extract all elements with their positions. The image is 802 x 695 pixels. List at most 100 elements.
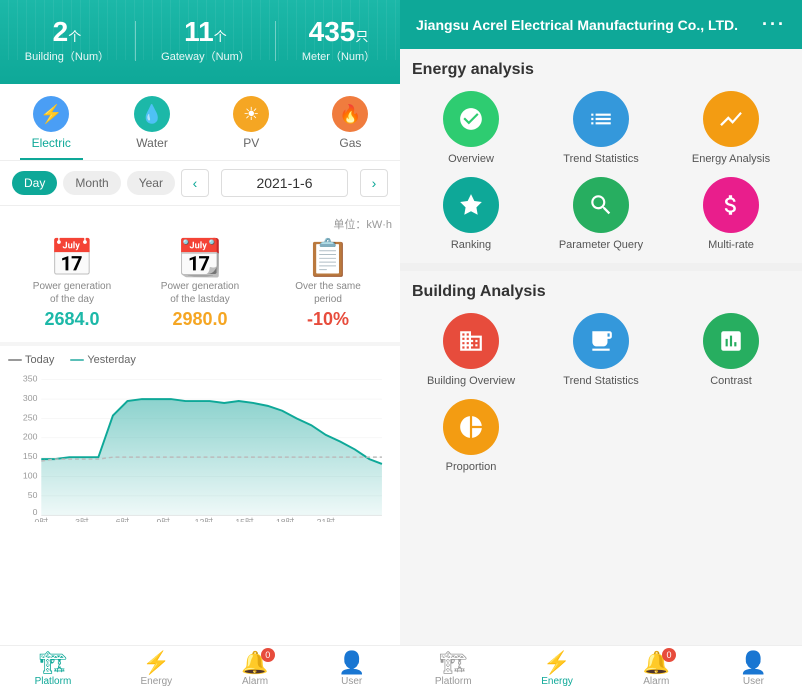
right-energy-label: Energy [541, 676, 573, 687]
proportion-icon [443, 399, 499, 455]
overview-icon [443, 91, 499, 147]
right-nav-energy[interactable]: ⚡ Energy [541, 652, 573, 687]
trend-stats-icon-1 [573, 91, 629, 147]
unit-label: 单位：kW·h [8, 216, 392, 232]
day-button[interactable]: Day [12, 171, 57, 195]
power-card-lastday: 📆 Power generationof the lastday 2980.0 [136, 236, 264, 334]
gas-icon: 🔥 [332, 96, 368, 132]
chart-container: 350 300 250 200 150 100 50 0 [8, 372, 392, 522]
right-nav-alarm[interactable]: 🔔 0 Alarm [643, 652, 670, 687]
alarm-badge-left: 0 [261, 648, 275, 662]
lastday-label: Power generationof the lastday [140, 280, 260, 306]
trend-stats-item-2[interactable]: Trend Statistics [542, 313, 660, 387]
next-date-arrow[interactable]: › [360, 169, 388, 197]
building-num: 2个 [25, 18, 109, 46]
trend-stats-item-1[interactable]: Trend Statistics [542, 91, 660, 165]
energy-analysis-label: Energy Analysis [692, 153, 770, 165]
period-value: -10% [268, 309, 388, 330]
alarm-label: Alarm [242, 676, 268, 687]
ranking-item[interactable]: Ranking [412, 177, 530, 251]
meter-num: 435只 [302, 18, 375, 46]
tab-gas[interactable]: 🔥 Gas [320, 92, 380, 160]
ranking-label: Ranking [451, 239, 491, 251]
svg-text:15时: 15时 [235, 516, 254, 522]
calendar-today-icon: 📅 [12, 240, 132, 276]
right-panel: Jiangsu Acrel Electrical Manufacturing C… [400, 0, 802, 695]
month-button[interactable]: Month [63, 171, 120, 195]
company-title: Jiangsu Acrel Electrical Manufacturing C… [416, 17, 738, 33]
prev-date-arrow[interactable]: ‹ [181, 169, 209, 197]
energy-label: Energy [140, 676, 172, 687]
calendar-lastday-icon: 📆 [140, 240, 260, 276]
platform-icon: 🏗 [39, 652, 67, 674]
power-stats: 单位：kW·h 📅 Power generationof the day 268… [0, 206, 400, 342]
left-bottom-nav: 🏗 Platlorm ⚡ Energy 🔔 0 Alarm 👤 User [0, 645, 400, 695]
right-user-icon: 👤 [740, 652, 767, 674]
header-dots[interactable]: ··· [762, 14, 786, 35]
parameter-query-item[interactable]: Parameter Query [542, 177, 660, 251]
trend-stats-label-1: Trend Statistics [563, 153, 638, 165]
building-analysis-grid: Building Overview Trend Statistics Contr… [412, 313, 790, 473]
proportion-item[interactable]: Proportion [412, 399, 530, 473]
left-nav-platform[interactable]: 🏗 Platlorm [35, 652, 72, 687]
building-stat: 2个 Building（Num） [25, 18, 109, 64]
contrast-icon [703, 313, 759, 369]
period-icon: 📋 [268, 240, 388, 276]
right-bottom-nav: 🏗 Platlorm ⚡ Energy 🔔 0 Alarm 👤 User [400, 645, 802, 695]
right-nav-user[interactable]: 👤 User [740, 652, 767, 687]
energy-icon: ⚡ [143, 652, 170, 674]
stat-divider-1 [135, 21, 136, 61]
svg-text:0时: 0时 [35, 516, 49, 522]
contrast-item[interactable]: Contrast [672, 313, 790, 387]
stat-divider-2 [275, 21, 276, 61]
tab-pv[interactable]: ☀ PV [221, 92, 281, 160]
gateway-stat: 11个 Gateway（Num） [161, 18, 250, 64]
water-label: Water [136, 136, 168, 150]
svg-text:200: 200 [23, 432, 38, 442]
svg-text:12时: 12时 [195, 516, 214, 522]
legend-yesterday: Yesterday [70, 354, 136, 366]
left-nav-energy[interactable]: ⚡ Energy [140, 652, 172, 687]
multirate-item[interactable]: Multi-rate [672, 177, 790, 251]
date-nav: Day Month Year ‹ 2021-1-6 › [0, 161, 400, 206]
svg-text:3时: 3时 [75, 516, 89, 522]
tab-electric[interactable]: ⚡ Electric [20, 92, 83, 160]
building-analysis-title: Building Analysis [412, 283, 790, 301]
building-overview-item[interactable]: Building Overview [412, 313, 530, 387]
building-label: Building（Num） [25, 48, 109, 64]
legend-today: Today [8, 354, 54, 366]
power-card-today: 📅 Power generationof the day 2684.0 [8, 236, 136, 334]
pv-label: PV [243, 136, 259, 150]
left-nav-user[interactable]: 👤 User [338, 652, 365, 687]
pv-icon: ☀ [233, 96, 269, 132]
ranking-icon [443, 177, 499, 233]
svg-text:50: 50 [28, 490, 38, 500]
svg-text:21时: 21时 [317, 516, 336, 522]
energy-analysis-icon [703, 91, 759, 147]
overview-label: Overview [448, 153, 494, 165]
chart-area: Today Yesterday 350 300 250 200 150 100 … [0, 346, 400, 645]
today-value: 2684.0 [12, 309, 132, 330]
proportion-label: Proportion [446, 461, 497, 473]
chart-legend: Today Yesterday [8, 354, 392, 366]
right-platform-icon: 🏗 [439, 652, 467, 674]
tab-water[interactable]: 💧 Water [122, 92, 182, 160]
gateway-num: 11个 [161, 18, 250, 46]
right-nav-platform[interactable]: 🏗 Platlorm [435, 652, 472, 687]
right-content: Energy analysis Overview Trend Statistic… [400, 49, 802, 645]
year-button[interactable]: Year [127, 171, 175, 195]
svg-text:6时: 6时 [116, 516, 130, 522]
svg-text:0: 0 [33, 507, 38, 517]
period-label: Over the sameperiod [268, 280, 388, 306]
left-nav-alarm[interactable]: 🔔 0 Alarm [241, 652, 268, 687]
chart-svg: 350 300 250 200 150 100 50 0 [8, 372, 392, 522]
energy-analysis-item[interactable]: Energy Analysis [672, 91, 790, 165]
overview-item[interactable]: Overview [412, 91, 530, 165]
right-header: Jiangsu Acrel Electrical Manufacturing C… [400, 0, 802, 49]
energy-analysis-title: Energy analysis [412, 61, 790, 79]
energy-tabs: ⚡ Electric 💧 Water ☀ PV 🔥 Gas [0, 84, 400, 161]
left-panel: 2个 Building（Num） 11个 Gateway（Num） 435只 M… [0, 0, 400, 695]
power-card-period: 📋 Over the sameperiod -10% [264, 236, 392, 334]
svg-text:100: 100 [23, 470, 38, 480]
alarm-badge-right: 0 [662, 648, 676, 662]
